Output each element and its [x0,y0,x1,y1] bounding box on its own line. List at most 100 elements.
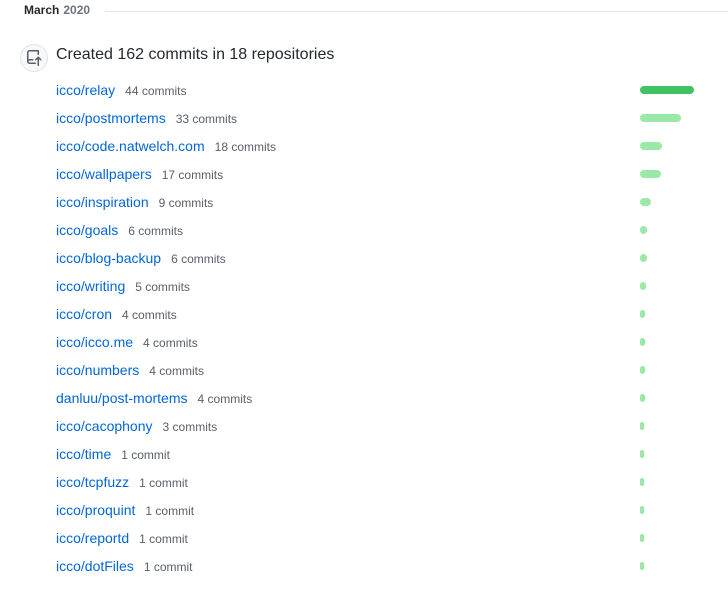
repo-link[interactable]: icco/cacophony [56,418,153,434]
repo-row: icco/cron 4 commits [56,300,700,328]
repo-row-left: icco/blog-backup6 commits [56,250,226,266]
commit-bar [640,86,694,94]
commit-bar-container [640,310,700,318]
commit-bar-container [640,534,700,542]
commit-count-label: 18 commits [215,140,276,154]
repo-row: icco/postmortems 33 commits [56,104,700,132]
commit-bar [640,422,644,430]
repo-row: icco/wallpapers 17 commits [56,160,700,188]
commit-bar-container [640,506,700,514]
repo-row-left: icco/code.natwelch.com 18 commits [56,138,276,154]
month-label: March [24,3,59,17]
commit-count-label: 33 commits [176,112,237,126]
commit-count-label: 44 commits [125,84,186,98]
repo-link[interactable]: icco/numbers [56,362,139,378]
commit-bar-container [640,562,700,570]
repo-row-left: icco/inspiration9 commits [56,194,213,210]
repo-link[interactable]: icco/dotFiles [56,558,134,574]
commit-bar [640,282,646,290]
repo-row-left: icco/icco.me 4 commits [56,334,198,350]
repo-link[interactable]: icco/relay [56,82,115,98]
repo-link[interactable]: icco/time [56,446,111,462]
commit-bar [640,562,644,570]
commit-bar-container [640,226,700,234]
commit-bar-container [640,450,700,458]
repo-row-left: icco/postmortems 33 commits [56,110,237,126]
repo-row-left: icco/writing 5 commits [56,278,190,294]
commit-bar-container [640,114,700,122]
commit-bar-container [640,170,700,178]
repo-row-left: icco/reportd 1 commit [56,530,188,546]
repo-row: icco/reportd 1 commit [56,524,700,552]
commit-count-label: 4 commits [122,308,177,322]
repo-link[interactable]: icco/tcpfuzz [56,474,129,490]
commit-count-label: 1 commit [144,560,193,574]
repo-link[interactable]: icco/icco.me [56,334,133,350]
repo-list: icco/relay 44 commits icco/postmortems 33 c… [56,76,700,580]
repo-row: icco/proquint 1 commit [56,496,700,524]
repo-link[interactable]: danluu/post-mortems [56,390,188,406]
commit-bar-container [640,142,700,150]
repo-row: icco/relay 44 commits [56,76,700,104]
commit-activity-icon [20,44,48,72]
repo-link[interactable]: icco/inspiration [56,194,149,210]
repo-row-left: icco/time 1 commit [56,446,170,462]
commit-bar [640,170,661,178]
repo-push-icon [26,50,42,66]
commit-bar [640,142,662,150]
commit-count-label: 1 commit [121,448,170,462]
commit-bar [640,534,644,542]
repo-row: icco/tcpfuzz 1 commit [56,468,700,496]
commit-bar-container [640,422,700,430]
commit-bar-container [640,254,700,262]
commit-bar [640,114,681,122]
commit-count-label: 17 commits [162,168,223,182]
timeline-month-header: March 2020 [0,0,728,28]
repo-link[interactable]: icco/cron [56,306,112,322]
repo-row: icco/writing 5 commits [56,272,700,300]
icon-column [20,44,56,580]
repo-row-left: icco/cron 4 commits [56,306,177,322]
commit-bar-container [640,338,700,346]
repo-row-left: icco/goals 6 commits [56,222,183,238]
commit-count-label: 1 commit [139,476,188,490]
repo-link[interactable]: icco/wallpapers [56,166,152,182]
repo-row: icco/cacophony 3 commits [56,412,700,440]
commit-count-label: 3 commits [163,420,218,434]
commit-bar-container [640,198,700,206]
commit-bar-container [640,282,700,290]
repo-link[interactable]: icco/writing [56,278,125,294]
repo-row: icco/time 1 commit [56,440,700,468]
commit-bar-container [640,366,700,374]
commit-bar-container [640,478,700,486]
commit-bar [640,478,644,486]
repo-link[interactable]: icco/code.natwelch.com [56,138,205,154]
activity-section: Created 162 commits in 18 repositories i… [0,28,728,580]
commit-count-label: 1 commit [145,504,194,518]
year-label: 2020 [63,3,98,17]
repo-link[interactable]: icco/proquint [56,502,135,518]
commit-count-label: 6 commits [128,224,183,238]
commit-bar [640,450,644,458]
commit-count-label: 4 commits [198,392,253,406]
commit-bar-container [640,394,700,402]
repo-row: icco/dotFiles 1 commit [56,552,700,580]
repo-link[interactable]: icco/goals [56,222,118,238]
repo-row: icco/blog-backup6 commits [56,244,700,272]
repo-row-left: icco/relay 44 commits [56,82,187,98]
commit-bar [640,338,645,346]
commit-count-label: 1 commit [139,532,188,546]
commit-bar [640,394,645,402]
repo-link[interactable]: icco/postmortems [56,110,166,126]
repo-link[interactable]: icco/reportd [56,530,129,546]
commit-count-label: 5 commits [135,280,190,294]
repo-row-left: icco/proquint 1 commit [56,502,194,518]
commit-bar [640,366,645,374]
repo-link[interactable]: icco/blog-backup [56,250,161,266]
commit-bar [640,254,647,262]
repo-row-left: icco/numbers4 commits [56,362,204,378]
commit-count-label: 4 commits [143,336,198,350]
repo-row-left: danluu/post-mortems 4 commits [56,390,252,406]
repo-row: icco/icco.me 4 commits [56,328,700,356]
repo-row-left: icco/wallpapers 17 commits [56,166,223,182]
